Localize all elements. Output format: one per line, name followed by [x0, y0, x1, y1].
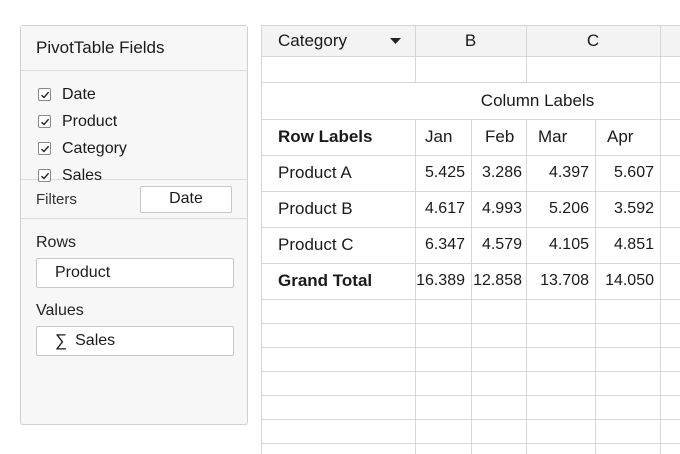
value-cell[interactable]: 4.617: [415, 191, 465, 227]
checkbox-product[interactable]: [38, 115, 51, 128]
filters-label: Filters: [36, 190, 77, 208]
field-list: Date Product Category Sales: [21, 71, 247, 184]
value-cell[interactable]: 5.425: [415, 155, 465, 191]
rows-chip-label: Product: [55, 264, 111, 281]
category-filter-label: Category: [278, 31, 347, 50]
month-header: Jan: [425, 127, 453, 146]
checkmark-icon: [41, 172, 50, 180]
pivot-fields-panel: PivotTable Fields Date Product Category …: [20, 25, 248, 425]
month-header: Feb: [485, 127, 515, 146]
category-filter-cell[interactable]: Category: [278, 26, 413, 56]
field-item-category[interactable]: Category: [38, 135, 247, 162]
spreadsheet-grid[interactable]: Category B C Column Labels Row Labels Ja…: [261, 25, 680, 454]
value-cell[interactable]: 5.607: [595, 155, 654, 191]
filters-area: Filters Date: [21, 180, 247, 219]
field-item-product[interactable]: Product: [38, 108, 247, 135]
row-label: Product C: [278, 235, 354, 254]
grand-total-cell[interactable]: 16.389: [415, 263, 465, 299]
field-label: Sales: [62, 166, 103, 184]
grand-total-cell[interactable]: 13.708: [526, 263, 589, 299]
grand-total-cell[interactable]: 14.050: [595, 263, 654, 299]
dropdown-arrow-icon[interactable]: [390, 37, 401, 45]
checkmark-icon: [41, 91, 50, 99]
value-cell[interactable]: 4.851: [595, 227, 654, 263]
checkmark-icon: [41, 145, 50, 153]
field-item-date[interactable]: Date: [38, 81, 247, 108]
values-chip-label: Sales: [75, 332, 116, 349]
month-header: Mar: [538, 127, 568, 146]
checkbox-category[interactable]: [38, 142, 51, 155]
month-header: Apr: [607, 127, 634, 146]
field-label: Date: [62, 85, 96, 103]
panel-title: PivotTable Fields: [21, 26, 247, 71]
value-cell[interactable]: 4.993: [471, 191, 522, 227]
value-cell[interactable]: 4.397: [526, 155, 589, 191]
value-cell[interactable]: 5.206: [526, 191, 589, 227]
rows-chip[interactable]: Product: [36, 258, 234, 288]
value-cell[interactable]: 4.579: [471, 227, 522, 263]
field-label: Category: [62, 139, 127, 157]
value-cell[interactable]: 4.105: [526, 227, 589, 263]
value-cell[interactable]: 3.286: [471, 155, 522, 191]
checkbox-date[interactable]: [38, 88, 51, 101]
value-cell[interactable]: 3.592: [595, 191, 654, 227]
column-header-b[interactable]: B: [415, 26, 526, 56]
value-cell[interactable]: 6.347: [415, 227, 465, 263]
column-header-c[interactable]: C: [526, 26, 660, 56]
checkmark-icon: [41, 118, 50, 126]
values-chip[interactable]: ∑ Sales: [36, 326, 234, 356]
row-label: Product B: [278, 199, 353, 218]
rows-label: Rows: [36, 234, 77, 251]
row-label: Product A: [278, 163, 352, 182]
field-label: Product: [62, 112, 118, 130]
column-labels-header: Column Labels: [480, 90, 595, 110]
grand-total-cell[interactable]: 12.858: [471, 263, 522, 299]
filters-chip[interactable]: Date: [140, 185, 232, 213]
checkbox-sales[interactable]: [38, 169, 51, 182]
grand-total-label: Grand Total: [278, 271, 373, 290]
values-label: Values: [36, 302, 84, 319]
sigma-icon: ∑: [55, 331, 68, 350]
row-labels-header: Row Labels: [278, 127, 373, 146]
